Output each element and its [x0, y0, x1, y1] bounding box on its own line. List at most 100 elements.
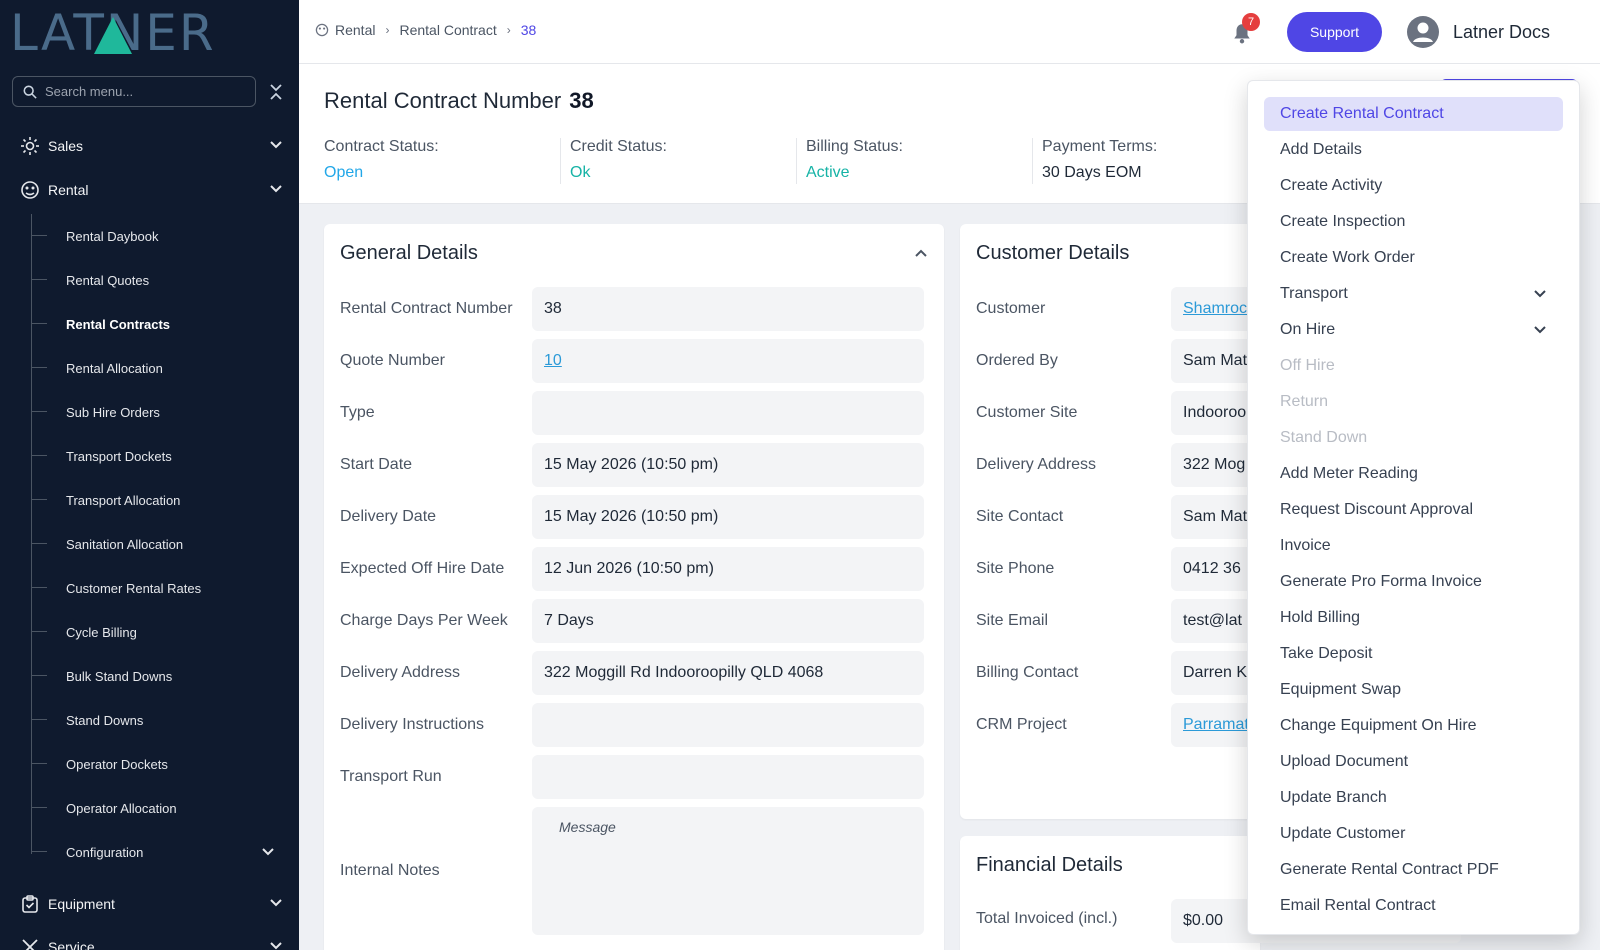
- rental-icon: [21, 181, 39, 199]
- menu-item-label: Upload Document: [1280, 753, 1409, 770]
- menu-item-create-inspection[interactable]: Create Inspection: [1264, 205, 1563, 239]
- menu-item-create-rental-contract[interactable]: Create Rental Contract: [1264, 97, 1563, 131]
- status-value: Ok: [570, 164, 591, 181]
- user-name[interactable]: Latner Docs: [1453, 22, 1550, 43]
- sidebar-item-transport-dockets[interactable]: Transport Dockets: [0, 434, 299, 478]
- sidebar-item-rental-daybook[interactable]: Rental Daybook: [0, 214, 299, 258]
- card-title: Financial Details: [976, 854, 1123, 876]
- crm-project-link[interactable]: Parramat: [1183, 716, 1249, 734]
- menu-item-update-customer[interactable]: Update Customer: [1264, 817, 1563, 851]
- sidebar-item-customer-rental-rates[interactable]: Customer Rental Rates: [0, 566, 299, 610]
- sidebar-item-bulk-stand-downs[interactable]: Bulk Stand Downs: [0, 654, 299, 698]
- sidebar-item-configuration[interactable]: Configuration: [0, 830, 299, 874]
- collapse-sidebar-icon[interactable]: [268, 82, 284, 102]
- menu-item-label: Create Inspection: [1280, 213, 1406, 230]
- sidebar-item-label: Operator Allocation: [66, 800, 177, 816]
- sidebar: LATNER Sales: [0, 0, 299, 950]
- breadcrumb-rental[interactable]: Rental: [335, 22, 375, 38]
- sidebar-section-rental[interactable]: Rental: [0, 170, 299, 210]
- quote-number-link[interactable]: 10: [544, 352, 562, 370]
- menu-item-add-meter-reading[interactable]: Add Meter Reading: [1264, 457, 1563, 491]
- sidebar-item-label: Cycle Billing: [66, 624, 137, 640]
- menu-item-label: Create Rental Contract: [1280, 105, 1444, 122]
- sidebar-item-stand-downs[interactable]: Stand Downs: [0, 698, 299, 742]
- field-label: CRM Project: [976, 716, 1067, 733]
- menu-item-label: On Hire: [1280, 321, 1336, 338]
- sidebar-section-sales[interactable]: Sales: [0, 126, 299, 166]
- field-label: Start Date: [340, 456, 413, 473]
- sidebar-item-transport-allocation[interactable]: Transport Allocation: [0, 478, 299, 522]
- sidebar-item-cycle-billing[interactable]: Cycle Billing: [0, 610, 299, 654]
- sidebar-item-operator-dockets[interactable]: Operator Dockets: [0, 742, 299, 786]
- menu-item-label: Generate Pro Forma Invoice: [1280, 573, 1482, 590]
- actions-dropdown-menu: Create Rental Contract Add Details Creat…: [1247, 80, 1580, 935]
- breadcrumb-separator-icon: ›: [506, 23, 511, 37]
- menu-item-transport[interactable]: Transport: [1264, 277, 1563, 311]
- menu-item-create-work-order[interactable]: Create Work Order: [1264, 241, 1563, 275]
- breadcrumb: Rental › Rental Contract › 38: [315, 22, 536, 38]
- search-input[interactable]: [45, 84, 235, 99]
- sidebar-item-rental-quotes[interactable]: Rental Quotes: [0, 258, 299, 302]
- menu-item-equipment-swap[interactable]: Equipment Swap: [1264, 673, 1563, 707]
- menu-item-add-details[interactable]: Add Details: [1264, 133, 1563, 167]
- sidebar-section-service[interactable]: Service: [0, 927, 299, 950]
- breadcrumb-separator-icon: ›: [385, 23, 390, 37]
- sidebar-item-label: Rental Quotes: [66, 272, 150, 288]
- menu-item-label: Generate Rental Contract PDF: [1280, 861, 1499, 878]
- rental-icon: [315, 23, 329, 37]
- sidebar-item-label: Operator Dockets: [66, 756, 168, 772]
- internal-notes-textarea[interactable]: [559, 819, 899, 919]
- field-label: Expected Off Hire Date: [340, 560, 505, 577]
- menu-item-generate-rental-contract-pdf[interactable]: Generate Rental Contract PDF: [1264, 853, 1563, 887]
- sidebar-item-rental-contracts[interactable]: Rental Contracts: [0, 302, 299, 346]
- menu-item-invoice[interactable]: Invoice: [1264, 529, 1563, 563]
- sidebar-search[interactable]: [12, 76, 256, 107]
- topbar: Rental › Rental Contract › 38 7 Support …: [299, 0, 1600, 64]
- menu-item-update-branch[interactable]: Update Branch: [1264, 781, 1563, 815]
- card-title: Customer Details: [976, 242, 1130, 264]
- menu-item-upload-document[interactable]: Upload Document: [1264, 745, 1563, 779]
- support-button[interactable]: Support: [1287, 12, 1382, 52]
- menu-item-take-deposit[interactable]: Take Deposit: [1264, 637, 1563, 671]
- chevron-down-icon: [270, 185, 282, 193]
- sidebar-item-sanitation-allocation[interactable]: Sanitation Allocation: [0, 522, 299, 566]
- menu-item-create-activity[interactable]: Create Activity: [1264, 169, 1563, 203]
- menu-item-change-equipment-on-hire[interactable]: Change Equipment On Hire: [1264, 709, 1563, 743]
- chevron-down-icon: [270, 141, 282, 149]
- sidebar-item-label: Customer Rental Rates: [66, 580, 202, 596]
- charge-days-field: 7 Days: [532, 599, 924, 643]
- menu-item-label: Request Discount Approval: [1280, 501, 1473, 518]
- menu-item-request-discount-approval[interactable]: Request Discount Approval: [1264, 493, 1563, 527]
- status-label: Contract Status:: [324, 138, 439, 155]
- sidebar-item-sub-hire-orders[interactable]: Sub Hire Orders: [0, 390, 299, 434]
- menu-item-label: Add Meter Reading: [1280, 465, 1418, 482]
- sidebar-item-label: Bulk Stand Downs: [66, 668, 173, 684]
- menu-item-on-hire[interactable]: On Hire: [1264, 313, 1563, 347]
- menu-item-label: Transport: [1280, 285, 1348, 302]
- latner-logo[interactable]: LATNER: [10, 8, 282, 56]
- menu-item-label: Equipment Swap: [1280, 681, 1401, 698]
- sidebar-item-rental-allocation[interactable]: Rental Allocation: [0, 346, 299, 390]
- sidebar-item-label: Rental Contracts: [66, 316, 171, 332]
- internal-notes-field: [532, 807, 924, 935]
- sidebar-section-equipment[interactable]: Equipment: [0, 884, 299, 924]
- chevron-down-icon: [270, 899, 282, 907]
- field-label: Total Invoiced (incl.): [976, 910, 1118, 927]
- chevron-up-icon[interactable]: [914, 246, 928, 260]
- breadcrumb-rental-contract[interactable]: Rental Contract: [399, 22, 496, 38]
- menu-item-label: Email Rental Contract: [1280, 897, 1436, 914]
- search-icon: [23, 85, 37, 99]
- field-label: Rental Contract Number: [340, 300, 513, 317]
- menu-item-generate-pro-forma-invoice[interactable]: Generate Pro Forma Invoice: [1264, 565, 1563, 599]
- page-title-text: Rental Contract Number: [324, 88, 562, 113]
- type-field: [532, 391, 924, 435]
- customer-link[interactable]: Shamrock: [1183, 300, 1255, 318]
- sidebar-item-operator-allocation[interactable]: Operator Allocation: [0, 786, 299, 830]
- field-label: Delivery Date: [340, 508, 437, 525]
- menu-item-email-rental-contract[interactable]: Email Rental Contract: [1264, 889, 1563, 923]
- field-label: Billing Contact: [976, 664, 1079, 681]
- contract-number: 38: [569, 88, 594, 113]
- menu-item-hold-billing[interactable]: Hold Billing: [1264, 601, 1563, 635]
- user-avatar-icon[interactable]: [1407, 16, 1439, 48]
- field-label: Internal Notes: [340, 862, 440, 879]
